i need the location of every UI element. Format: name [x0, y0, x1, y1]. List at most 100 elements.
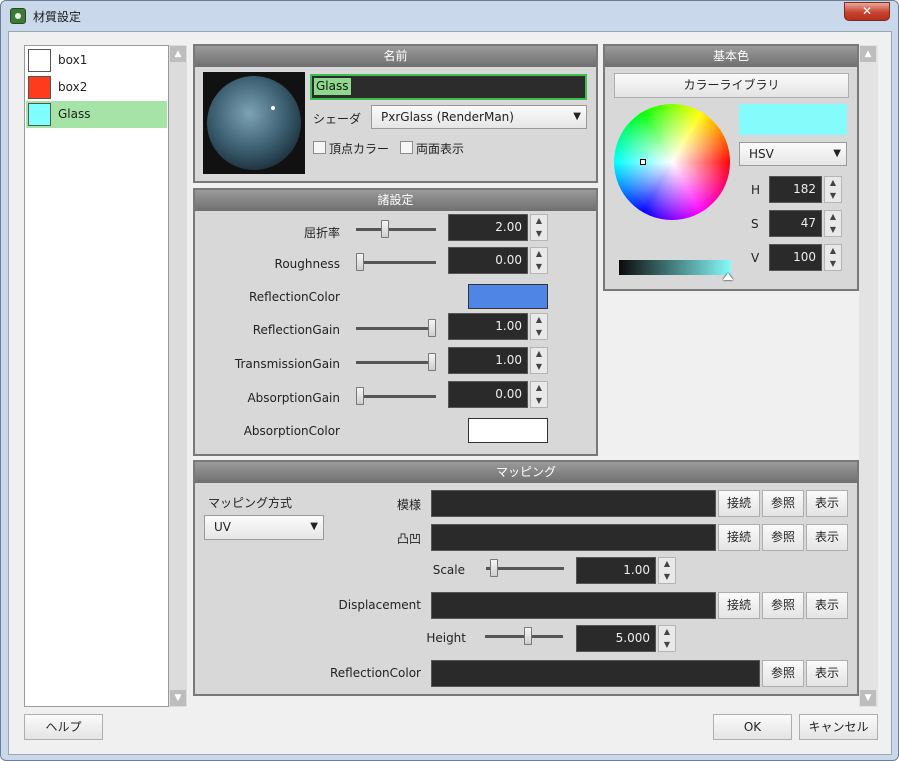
roughness-spinner[interactable]: ▲ ▼ — [530, 247, 548, 274]
color-wheel-marker[interactable] — [640, 159, 646, 165]
s-down-icon[interactable]: ▼ — [825, 224, 841, 237]
refl-gain-slider-track[interactable] — [356, 327, 436, 330]
double-sided-checkbox[interactable] — [400, 141, 413, 154]
scroll-up-icon[interactable]: ▲ — [170, 46, 186, 62]
refl-texture-field[interactable] — [431, 660, 760, 687]
refl-browse-button[interactable]: 参照 — [762, 660, 804, 687]
color-wheel[interactable] — [614, 104, 730, 220]
abs-gain-slider-thumb[interactable] — [356, 387, 364, 405]
close-button[interactable]: ✕ — [844, 2, 890, 21]
vertex-color-checkbox[interactable] — [313, 141, 326, 154]
disp-show-button[interactable]: 表示 — [806, 592, 848, 619]
v-input[interactable]: 100 — [769, 244, 822, 271]
color-mode-dropdown[interactable]: HSV ▼ — [739, 142, 847, 166]
refl-show-button[interactable]: 表示 — [806, 660, 848, 687]
ior-slider-track[interactable] — [356, 228, 436, 231]
disp-connect-button[interactable]: 接続 — [718, 592, 760, 619]
cancel-button[interactable]: キャンセル — [799, 714, 878, 740]
h-up-icon[interactable]: ▲ — [825, 177, 841, 190]
pattern-connect-button[interactable]: 接続 — [718, 490, 760, 517]
height-spinner[interactable]: ▲ ▼ — [658, 625, 676, 652]
disp-texture-field[interactable] — [431, 592, 716, 619]
v-spinner[interactable]: ▲ ▼ — [824, 244, 842, 271]
mapping-panel: マッピング マッピング方式 UV ▼ 模様 接続 参照 表示 凸凹 接続 参照 表示 Displ… — [193, 460, 859, 696]
bump-connect-button[interactable]: 接続 — [718, 524, 760, 551]
scale-down-icon[interactable]: ▼ — [659, 571, 675, 584]
scale-up-icon[interactable]: ▲ — [659, 558, 675, 571]
material-name-input[interactable]: Glass — [310, 74, 587, 100]
ok-button[interactable]: OK — [713, 714, 792, 740]
roughness-up-icon[interactable]: ▲ — [531, 248, 547, 261]
scale-spinner[interactable]: ▲ ▼ — [658, 557, 676, 584]
abs-gain-slider-track[interactable] — [356, 395, 436, 398]
list-item[interactable]: box2 — [26, 74, 167, 101]
h-down-icon[interactable]: ▼ — [825, 190, 841, 203]
trans-gain-down-icon[interactable]: ▼ — [531, 361, 547, 374]
abs-gain-input[interactable]: 0.00 — [448, 381, 528, 408]
s-up-icon[interactable]: ▲ — [825, 211, 841, 224]
ior-up-icon[interactable]: ▲ — [531, 215, 547, 228]
trans-gain-slider-track[interactable] — [356, 361, 436, 364]
ior-input[interactable]: 2.00 — [448, 214, 528, 241]
material-list: box1 box2 Glass — [24, 45, 169, 707]
refl-gain-spinner[interactable]: ▲ ▼ — [530, 313, 548, 340]
height-down-icon[interactable]: ▼ — [659, 639, 675, 652]
refl-gain-up-icon[interactable]: ▲ — [531, 314, 547, 327]
roughness-input[interactable]: 0.00 — [448, 247, 528, 274]
ior-slider-thumb[interactable] — [381, 220, 389, 238]
trans-gain-spinner[interactable]: ▲ ▼ — [530, 347, 548, 374]
height-slider-thumb[interactable] — [524, 627, 532, 645]
scale-slider-thumb[interactable] — [490, 559, 498, 577]
height-up-icon[interactable]: ▲ — [659, 626, 675, 639]
h-input[interactable]: 182 — [769, 176, 822, 203]
bump-show-button[interactable]: 表示 — [806, 524, 848, 551]
bump-browse-button[interactable]: 参照 — [762, 524, 804, 551]
refl-gain-slider-thumb[interactable] — [428, 319, 436, 337]
ior-down-icon[interactable]: ▼ — [531, 228, 547, 241]
pattern-browse-button[interactable]: 参照 — [762, 490, 804, 517]
chevron-down-icon: ▼ — [833, 148, 841, 159]
s-input[interactable]: 47 — [769, 210, 822, 237]
refl-color-label: ReflectionColor — [248, 290, 340, 304]
roughness-slider-thumb[interactable] — [356, 253, 364, 271]
height-input[interactable]: 5.000 — [576, 625, 656, 652]
list-item[interactable]: Glass — [26, 101, 167, 128]
s-spinner[interactable]: ▲ ▼ — [824, 210, 842, 237]
refl-color-swatch[interactable] — [468, 284, 548, 309]
abs-gain-up-icon[interactable]: ▲ — [531, 382, 547, 395]
title-bar[interactable]: 材質設定 ✕ — [1, 1, 898, 31]
disp-browse-button[interactable]: 参照 — [762, 592, 804, 619]
color-library-button[interactable]: カラーライブラリ — [614, 73, 849, 98]
trans-gain-up-icon[interactable]: ▲ — [531, 348, 547, 361]
refl-gain-input[interactable]: 1.00 — [448, 313, 528, 340]
abs-gain-spinner[interactable]: ▲ ▼ — [530, 381, 548, 408]
material-color-swatch — [28, 103, 51, 126]
roughness-down-icon[interactable]: ▼ — [531, 261, 547, 274]
scale-input[interactable]: 1.00 — [576, 557, 656, 584]
v-down-icon[interactable]: ▼ — [825, 258, 841, 271]
scroll-down-icon[interactable]: ▼ — [170, 690, 186, 706]
shader-dropdown[interactable]: PxrGlass (RenderMan) ▼ — [371, 105, 587, 129]
scroll-up-icon[interactable]: ▲ — [860, 46, 876, 62]
pattern-texture-field[interactable] — [431, 490, 716, 517]
roughness-slider-track[interactable] — [356, 261, 436, 264]
abs-color-swatch[interactable] — [468, 418, 548, 443]
help-button[interactable]: ヘルプ — [24, 714, 103, 740]
h-spinner[interactable]: ▲ ▼ — [824, 176, 842, 203]
bump-texture-field[interactable] — [431, 524, 716, 551]
abs-gain-down-icon[interactable]: ▼ — [531, 395, 547, 408]
refl-gain-down-icon[interactable]: ▼ — [531, 327, 547, 340]
v-up-icon[interactable]: ▲ — [825, 245, 841, 258]
scroll-down-icon[interactable]: ▼ — [860, 690, 876, 706]
ior-spinner[interactable]: ▲ ▼ — [530, 214, 548, 241]
shader-value: PxrGlass (RenderMan) — [381, 110, 514, 124]
trans-gain-input[interactable]: 1.00 — [448, 347, 528, 374]
value-gradient-bar[interactable] — [619, 260, 731, 275]
list-item[interactable]: box1 — [26, 47, 167, 74]
trans-gain-slider-thumb[interactable] — [428, 353, 436, 371]
main-scrollbar[interactable]: ▲ ▼ — [859, 45, 878, 707]
value-gradient-marker-icon[interactable] — [723, 273, 733, 280]
material-list-scrollbar[interactable]: ▲ ▼ — [169, 45, 187, 707]
material-color-swatch — [28, 76, 51, 99]
pattern-show-button[interactable]: 表示 — [806, 490, 848, 517]
